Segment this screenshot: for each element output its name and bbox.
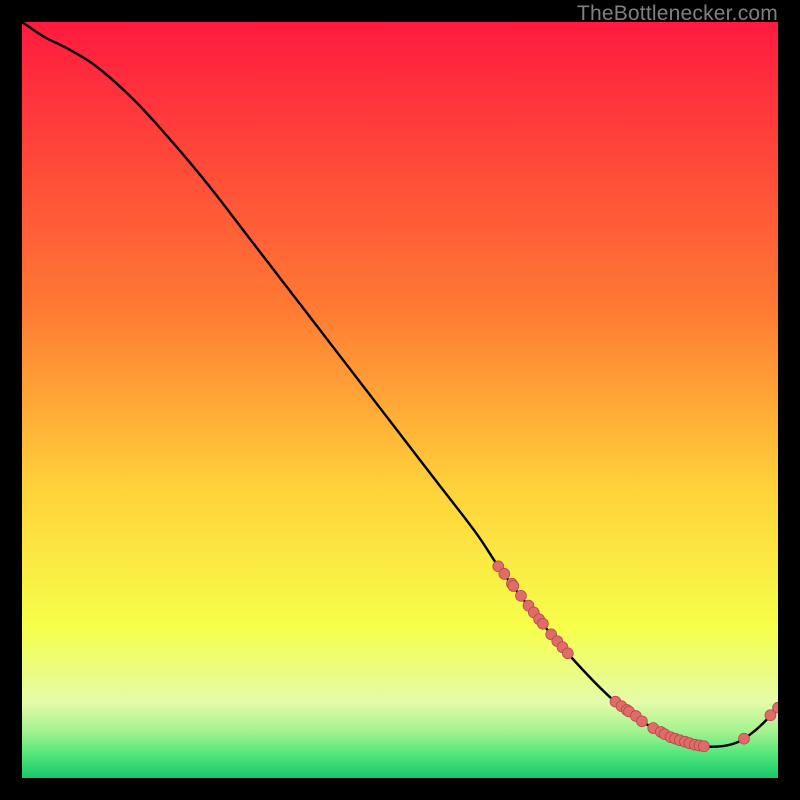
curve-marker [537,618,548,629]
curve-marker [562,648,573,659]
curve-marker [499,568,510,579]
curve-marker [508,581,519,592]
plot-area [22,22,778,778]
plot-svg [22,22,778,778]
gradient-background [22,22,778,778]
curve-marker [636,716,647,727]
curve-marker [698,741,709,752]
curve-marker [516,590,527,601]
chart-stage: TheBottlenecker.com [0,0,800,800]
curve-marker [739,733,750,744]
